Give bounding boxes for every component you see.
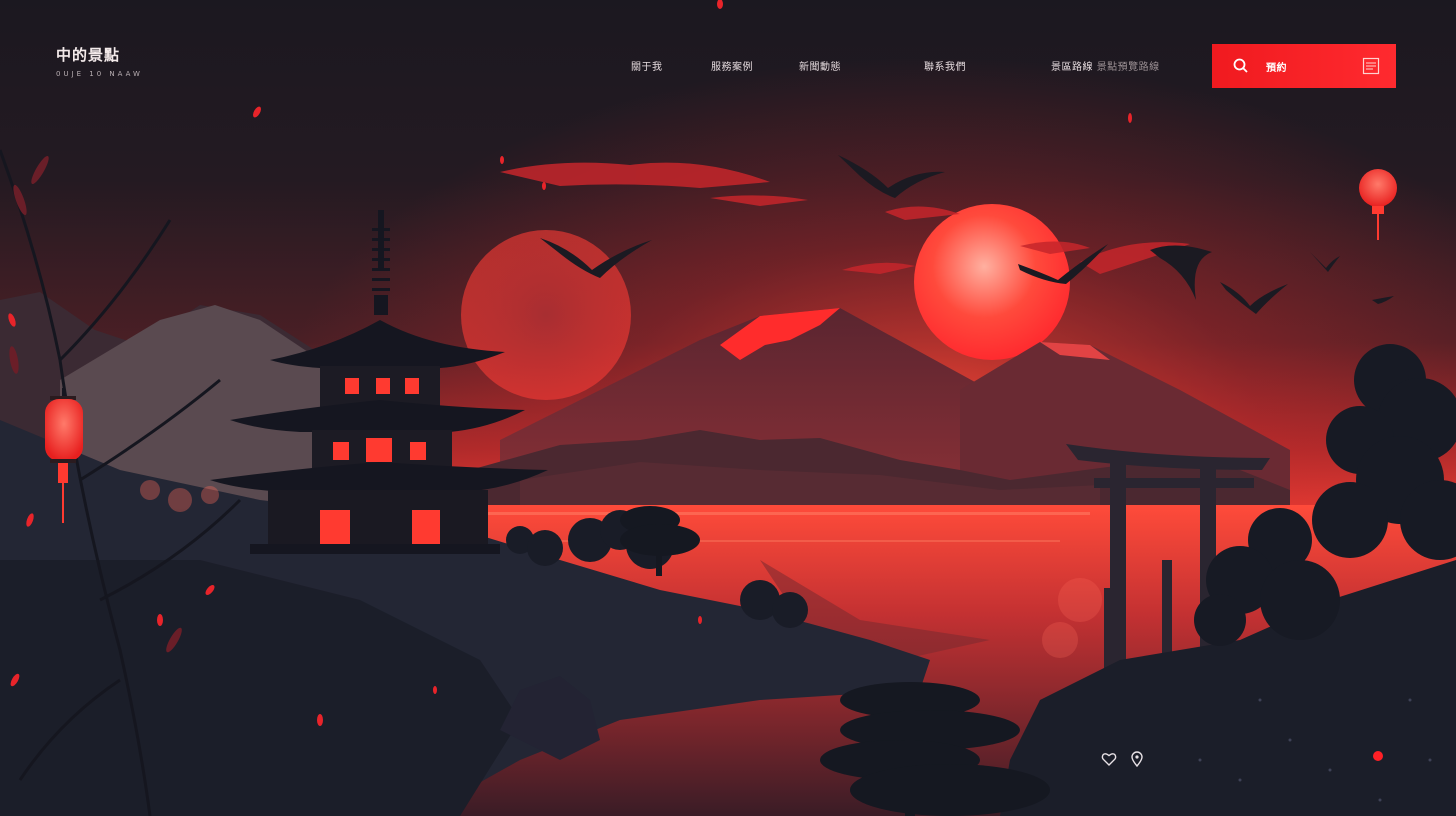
nav-item-contact[interactable]: 聯系我們: [924, 58, 966, 73]
nav-item-news[interactable]: 新聞動態: [799, 58, 841, 73]
nav-item-routes[interactable]: 景區路線 景點預覽路線: [1051, 58, 1160, 73]
main-nav: 關于我 服務案例 新聞動態 聯系我們 景區路線 景點預覽路線: [0, 58, 1200, 73]
nav-item-services[interactable]: 服務案例: [711, 58, 753, 73]
site-header: 中的景點 0UJE 10 NAAW 關于我 服務案例 新聞動態 聯系我們 景區路…: [0, 0, 1456, 110]
booking-search-button[interactable]: 預約: [1212, 44, 1396, 88]
booking-button-label: 預約: [1266, 63, 1287, 74]
nav-item-routes-label: 景區路線: [1051, 62, 1093, 73]
nav-item-routes-suffix: 景點預覽路線: [1096, 62, 1160, 73]
grid-icon[interactable]: [1362, 57, 1380, 75]
status-dot: [1373, 751, 1383, 761]
nav-item-about[interactable]: 關于我: [631, 58, 663, 73]
hero-illustration: [0, 0, 1456, 816]
location-pin-icon[interactable]: [1129, 751, 1145, 767]
search-icon: [1233, 58, 1248, 73]
heart-icon[interactable]: [1101, 751, 1117, 767]
